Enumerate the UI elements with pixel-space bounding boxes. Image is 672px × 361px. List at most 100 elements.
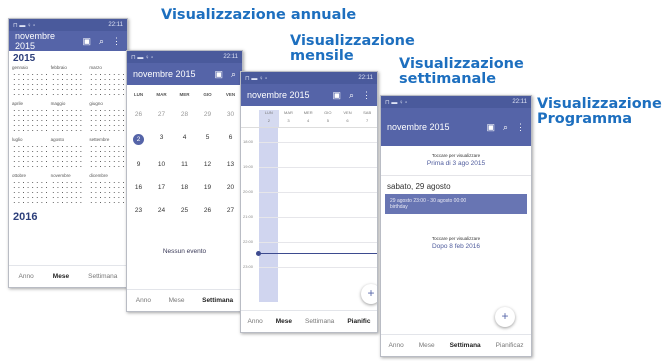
hour-label: 20:00 xyxy=(243,189,254,194)
mini-month-days xyxy=(12,108,47,133)
day-number: 5 xyxy=(205,134,210,141)
nav-mese[interactable]: Mese xyxy=(419,342,435,349)
mini-month[interactable]: dicembre xyxy=(89,173,124,206)
current-time-dot xyxy=(256,251,261,256)
nav-mese[interactable]: Mese xyxy=(169,297,185,304)
day-cell[interactable]: 19 xyxy=(196,184,219,191)
calendar-today-icon[interactable]: ▣ xyxy=(486,122,495,133)
mini-month[interactable]: febbraio xyxy=(50,65,86,98)
week-time-grid[interactable]: 18:00 19:00 20:00 21:00 22:00 23:00 xyxy=(241,127,377,302)
calendar-today-icon[interactable]: ▣ xyxy=(82,36,91,47)
mini-month[interactable]: ottobre xyxy=(12,173,47,206)
day-cell[interactable]: 29 xyxy=(196,111,219,118)
day-cell[interactable]: 27 xyxy=(219,207,242,214)
calendar-today-icon[interactable]: ▣ xyxy=(214,69,223,80)
day-cell[interactable]: 12 xyxy=(196,161,219,168)
mini-month[interactable]: marzo xyxy=(89,65,124,98)
more-vert-icon[interactable]: ⋮ xyxy=(112,36,121,47)
load-later-events[interactable]: Toccare per visualizzare Dopo 8 feb 2016 xyxy=(381,214,531,250)
mini-month[interactable]: maggio xyxy=(50,101,86,134)
tap-label: Toccare per visualizzare xyxy=(431,236,481,241)
week-day-header[interactable]: MER 4 xyxy=(298,110,318,127)
weekday-header: LUN MAR MER GIO VEN xyxy=(127,85,242,103)
search-icon[interactable]: ⌕ xyxy=(349,90,354,101)
mini-month[interactable]: settembre xyxy=(89,137,124,170)
week-day-header[interactable]: GIO 5 xyxy=(318,110,338,127)
mini-month-name: luglio xyxy=(12,137,23,142)
day-cell[interactable]: 27 xyxy=(150,111,173,118)
mini-month[interactable]: aprile xyxy=(12,101,47,134)
search-icon[interactable]: ⌕ xyxy=(231,69,236,80)
search-icon[interactable]: ⌕ xyxy=(99,36,104,47)
day-cell[interactable]: 23 xyxy=(127,207,150,214)
week-day-header[interactable]: SAB 7 xyxy=(357,110,377,127)
add-icon[interactable]: + xyxy=(495,307,515,327)
mini-month-name: gennaio xyxy=(12,65,29,70)
day-cell[interactable]: 3 xyxy=(150,134,173,145)
calendar-views-illustration: Visualizzazione annuale Visualizzazione … xyxy=(0,0,672,361)
week-row: 26 27 28 29 30 xyxy=(127,103,242,126)
nav-pianificazione[interactable]: Pianificaz xyxy=(496,342,524,349)
day-cell[interactable]: 16 xyxy=(127,184,150,191)
day-cell[interactable]: 20 xyxy=(219,184,242,191)
week-day-header[interactable]: MAR 3 xyxy=(279,110,299,127)
day-cell[interactable]: 26 xyxy=(127,111,150,118)
nav-anno[interactable]: Anno xyxy=(389,342,404,349)
mini-month[interactable]: novembre xyxy=(50,173,86,206)
mini-month[interactable]: luglio xyxy=(12,137,47,170)
nav-anno[interactable]: Anno xyxy=(136,297,151,304)
event-card[interactable]: 29 agosto 23:00 - 30 agosto 00:00 birthd… xyxy=(385,194,527,214)
day-cell[interactable]: 28 xyxy=(173,111,196,118)
mini-month-days xyxy=(50,72,86,97)
year-label: 2015 xyxy=(13,53,36,64)
no-event-label: Nessun evento xyxy=(162,248,207,255)
nav-settimana[interactable]: Settimana xyxy=(450,342,481,349)
hour-label: 22:00 xyxy=(243,239,254,244)
day-cell[interactable]: 4 xyxy=(173,134,196,145)
nav-settimana[interactable]: Settimana xyxy=(202,297,233,304)
day-cell[interactable]: 17 xyxy=(150,184,173,191)
mini-month[interactable]: gennaio xyxy=(12,65,47,98)
nav-pianificazione[interactable]: Pianific xyxy=(347,318,370,325)
nav-anno[interactable]: Anno xyxy=(248,318,263,325)
add-icon[interactable]: + xyxy=(361,284,377,304)
day-cell[interactable]: 30 xyxy=(219,111,242,118)
load-earlier-events[interactable]: Toccare per visualizzare Prima di 3 ago … xyxy=(381,146,531,175)
day-cell[interactable]: 9 xyxy=(127,161,150,168)
day-header: sabato, 29 agosto xyxy=(381,175,531,194)
bottom-nav: Anno Mese Settimana xyxy=(127,289,242,311)
week-day-header[interactable]: VEN 6 xyxy=(338,110,358,127)
calendar-today-icon[interactable]: ▣ xyxy=(332,90,341,101)
day-cell[interactable]: 6 xyxy=(219,134,242,145)
more-vert-icon[interactable]: ⋮ xyxy=(362,90,371,101)
mini-month[interactable]: agosto xyxy=(50,137,86,170)
nav-mese[interactable]: Mese xyxy=(53,273,69,280)
more-vert-icon[interactable]: ⋮ xyxy=(516,122,525,133)
mini-month-name: dicembre xyxy=(89,173,108,178)
nav-settimana[interactable]: Settimana xyxy=(88,273,117,280)
mini-month[interactable]: giugno xyxy=(89,101,124,134)
mini-month-name: ottobre xyxy=(12,173,27,178)
day-cell[interactable]: 5 xyxy=(196,134,219,145)
search-icon[interactable]: ⌕ xyxy=(503,122,508,133)
day-cell[interactable]: 10 xyxy=(150,161,173,168)
nav-settimana[interactable]: Settimana xyxy=(305,318,334,325)
week-day-header[interactable]: LUN 2 xyxy=(259,110,279,127)
day-cell[interactable]: 11 xyxy=(173,161,196,168)
nav-anno[interactable]: Anno xyxy=(19,273,34,280)
caption-annual: Visualizzazione annuale xyxy=(161,7,357,23)
app-bar-title: novembre 2015 xyxy=(133,69,196,79)
time-gutter xyxy=(241,110,259,127)
day-cell[interactable]: 24 xyxy=(150,207,173,214)
mini-month-name: agosto xyxy=(50,137,65,142)
day-cell[interactable]: 13 xyxy=(219,161,242,168)
nav-mese[interactable]: Mese xyxy=(276,318,292,325)
day-number: 11 xyxy=(181,161,188,168)
day-cell[interactable]: 25 xyxy=(173,207,196,214)
week-row: 16 17 18 19 20 xyxy=(127,176,242,199)
day-cell[interactable]: 26 xyxy=(196,207,219,214)
day-cell[interactable]: 18 xyxy=(173,184,196,191)
day-cell[interactable]: 2 xyxy=(127,134,150,145)
month-grid: 26 27 28 29 30 2 3 4 5 6 9 10 11 12 13 16 17 18 19 20 23 24 25… xyxy=(127,103,242,222)
tap-label: Toccare per visualizzare xyxy=(431,153,481,158)
